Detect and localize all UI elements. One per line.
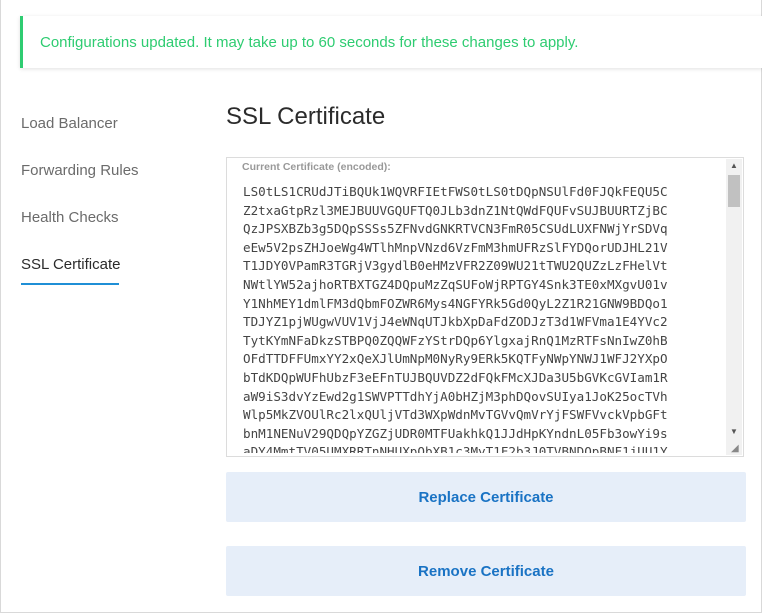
certificate-line: Y1NhMEY1dmlFM3dQbmFOZWR6Mys4NGFYRk5Gd0Qy… (243, 295, 668, 311)
sidebar-nav: Load Balancer Forwarding Rules Health Ch… (21, 106, 181, 294)
remove-certificate-button[interactable]: Remove Certificate (226, 546, 746, 596)
certificate-line: T1JDY0VPamR3TGRjV3gydlB0eHMzVFR2Z09WU21t… (243, 258, 668, 274)
scroll-down-arrow-icon[interactable]: ▼ (726, 425, 742, 439)
sidebar-item-label: Load Balancer (21, 115, 118, 132)
certificate-line: eEw5V2psZHJoeWg4WTlhMnpVNzd6VzFmM3hmUFRz… (243, 239, 668, 255)
certificate-line: Z2txaGtpRzl3MEJBUUVGQUFTQ0JLb3dnZ1NtQWdF… (243, 202, 668, 218)
sidebar-item-label: Health Checks (21, 209, 119, 226)
success-message: Configurations updated. It may take up t… (40, 33, 579, 51)
certificate-line: QzJPSXBZb3g5DQpSSSs5ZFNvdGNKRTVCN3FmR05C… (243, 221, 668, 237)
certificate-line: bTdKDQpWUFhUbzF3eEFnTUJBQUVDZ2dFQkFMcXJD… (243, 369, 668, 385)
active-tab-indicator (21, 283, 119, 285)
success-banner: Configurations updated. It may take up t… (20, 16, 762, 68)
certificate-line: TytKYmNFaDkzSTBPQ0ZQQWFzYStrDQp6YlgxajRn… (243, 332, 668, 348)
certificate-line: LS0tLS1CRUdJTiBQUk1WQVRFIEtFWS0tLS0tDQpN… (243, 184, 668, 199)
certificate-content: LS0tLS1CRUdJTiBQUk1WQVRFIEtFWS0tLS0tDQpN… (243, 183, 719, 453)
sidebar-item-label: Forwarding Rules (21, 162, 139, 179)
resize-handle-icon[interactable]: ◢ (731, 444, 741, 454)
certificate-line: bnM1NENuV29QDQpYZGZjUDR0MTFUakhkQ1JJdHpK… (243, 425, 668, 441)
sidebar-item-load-balancer[interactable]: Load Balancer (21, 106, 181, 153)
replace-certificate-button[interactable]: Replace Certificate (226, 472, 746, 522)
page-title: SSL Certificate (226, 103, 386, 130)
sidebar-item-health-checks[interactable]: Health Checks (21, 200, 181, 247)
certificate-line: Wlp5MkZVOUlRc2lxQUljVTd3WXpWdnMvTGVvQmVr… (243, 407, 668, 423)
certificate-line: TDJYZ1pjWUgwVUV1VjJ4eWNqUTJkbXpDaFdZODJz… (243, 314, 668, 330)
certificate-line: OFdTTDFFUmxYY2xQeXJlUmNpM0NyRy9ERk5KQTFy… (243, 351, 668, 367)
certificate-textarea[interactable]: Current Certificate (encoded): LS0tLS1CR… (226, 157, 744, 457)
sidebar-item-forwarding-rules[interactable]: Forwarding Rules (21, 153, 181, 200)
textarea-scrollbar[interactable]: ▲ ▼ (726, 159, 742, 455)
scrollbar-thumb[interactable] (728, 175, 740, 207)
certificate-line: aDY4MmtTV05UMXRRTnNHUXpObXB1c3MyT1F2b3J0… (243, 444, 668, 453)
scroll-up-arrow-icon[interactable]: ▲ (726, 159, 742, 173)
certificate-line: aW9iS3dvYzEwd2g1SWVPTTdhYjA0bHZjM3phDQov… (243, 388, 668, 404)
certificate-label: Current Certificate (encoded): (242, 161, 391, 173)
sidebar-item-label: SSL Certificate (21, 256, 121, 273)
sidebar-item-ssl-certificate[interactable]: SSL Certificate (21, 247, 181, 294)
certificate-line: NWtlYW52ajhoRTBXTGZ4DQpuMzZqSUFoWjRPTGY4… (243, 276, 668, 292)
